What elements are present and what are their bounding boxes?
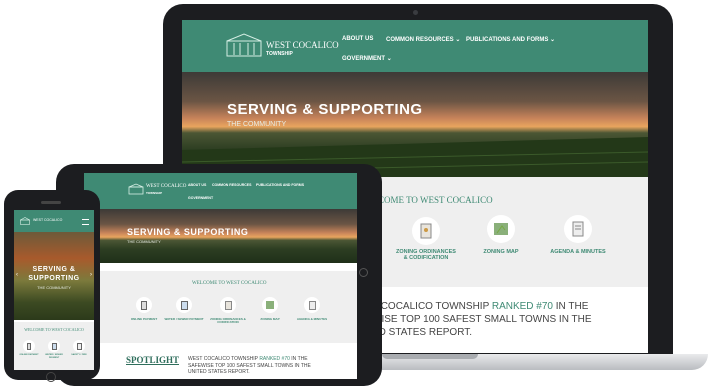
water-icon[interactable] <box>176 297 192 313</box>
building-logo-icon[interactable] <box>20 217 30 225</box>
map-icon[interactable] <box>262 297 278 313</box>
phone-welcome: WELCOME TO WEST COCALICO ONLINE PAYMENT … <box>14 322 94 370</box>
document-icon <box>412 217 440 245</box>
spotlight-text: WEST COCALICO TOWNSHIP RANKED #70 IN THE… <box>188 356 328 376</box>
spotlight-line-2: WISE TOP 100 SAFEST SMALL TOWNS IN THE <box>372 314 592 325</box>
phone-hero-line2: SUPPORTING <box>28 275 80 282</box>
hero-title: SERVING & SUPPORTING <box>227 101 423 118</box>
laptop-notch <box>382 354 478 359</box>
spotlight-text-a: WEST COCALICO TOWNSHIP <box>188 356 260 362</box>
spotlight-line-1: T COCALICO TOWNSHIP RANKED #70 IN THE <box>372 301 588 312</box>
water-sewer-label[interactable]: WATER / SEWER PAYMENT <box>41 354 67 359</box>
nav-government[interactable]: GOVERNMENT <box>188 196 213 200</box>
agenda-icon <box>564 215 592 243</box>
site-header: WEST COCALICO TOWNSHIP ABOUT US COMMON R… <box>182 20 648 72</box>
spotlight-rank[interactable]: RANKED #70 <box>492 301 553 312</box>
phone-payment-icon[interactable] <box>23 340 35 352</box>
welcome-title: COME TO WEST COCALICO <box>378 195 493 205</box>
nav-publications[interactable]: PUBLICATIONS AND FORMS <box>256 183 304 187</box>
spotlight-line-3: ED STATES REPORT. <box>372 327 473 338</box>
tablet-home-button[interactable] <box>359 268 368 277</box>
map-icon <box>487 215 515 243</box>
nav-government[interactable]: GOVERNMENT ⌄ <box>342 55 392 62</box>
agenda-link[interactable] <box>564 215 592 243</box>
hero-subtitle: THE COMMUNITY <box>227 121 287 128</box>
spotlight-text: T COCALICO TOWNSHIP <box>372 301 492 312</box>
phone-hero: ‹ › SERVING & SUPPORTING THE COMMUNITY <box>14 232 94 320</box>
phone-home-button[interactable] <box>46 372 56 382</box>
zoning-map-label[interactable]: ZONING MAP <box>250 317 290 321</box>
nav-common-resources[interactable]: COMMON RESOURCES ⌄ <box>386 36 460 43</box>
hero-subtitle: THE COMMUNITY <box>127 239 161 244</box>
welcome-title: WELCOME TO WEST COCALICO <box>24 327 84 332</box>
spotlight-heading: SPOTLIGHT <box>126 355 180 365</box>
zoning-map-link[interactable] <box>487 215 515 243</box>
zoning-map-label[interactable]: ZONING MAP <box>476 249 526 255</box>
tablet-screen: WEST COCALICO TOWNSHIP ABOUT US COMMON R… <box>84 173 357 379</box>
online-payment-label[interactable]: ONLINE PAYMENT <box>16 354 42 357</box>
online-payment-label[interactable]: ONLINE PAYMENT <box>124 317 164 321</box>
phone-payment-icon[interactable] <box>136 297 152 313</box>
site-name-sub: TOWNSHIP <box>266 51 293 57</box>
chevron-down-icon: ⌄ <box>550 37 556 43</box>
site-name[interactable]: WEST COCALICO <box>33 218 62 222</box>
site-name-sub: TOWNSHIP <box>146 191 163 195</box>
phone-hero-line1: SERVING & <box>32 266 76 273</box>
hero-title: SERVING & SUPPORTING <box>127 227 249 237</box>
tablet-hero: SERVING & SUPPORTING THE COMMUNITY <box>84 209 357 263</box>
building-logo-icon[interactable] <box>226 33 262 57</box>
agenda-label[interactable]: AGENDA & MINUTES <box>292 317 332 321</box>
camera-icon <box>413 10 418 15</box>
spotlight-rank[interactable]: RANKED #70 <box>259 356 290 362</box>
tablet-welcome: WELCOME TO WEST COCALICO ONLINE PAYMENT … <box>84 271 357 343</box>
zoning-ordinances-link[interactable] <box>412 217 440 245</box>
spotlight-text: IN THE <box>552 301 589 312</box>
nav-about[interactable]: ABOUT US <box>188 183 206 187</box>
tablet-header: WEST COCALICO TOWNSHIP ABOUT US COMMON R… <box>84 173 357 209</box>
zoning-ordinances-label[interactable]: ZONING ORDINANCES & CODIFICATION <box>208 317 248 325</box>
agenda-label[interactable]: AGENDA & MINUTES <box>538 249 618 255</box>
agenda-icon[interactable] <box>304 297 320 313</box>
chevron-down-icon: ⌄ <box>455 37 461 43</box>
nav-publications[interactable]: PUBLICATIONS AND FORMS ⌄ <box>466 36 555 43</box>
nav-common-resources[interactable]: COMMON RESOURCES <box>212 183 251 187</box>
nav-publications-label: PUBLICATIONS AND FORMS <box>466 37 549 43</box>
water-sewer-label[interactable]: WATER / SEWER PAYMENT <box>164 317 204 321</box>
chevron-down-icon: ⌄ <box>386 56 392 62</box>
water-icon[interactable] <box>48 340 60 352</box>
phone-speaker <box>41 201 61 204</box>
hero-banner: SERVING & SUPPORTING THE COMMUNITY <box>182 72 648 177</box>
site-name[interactable]: WEST COCALICO <box>146 184 186 189</box>
nav-common-resources-label: COMMON RESOURCES <box>386 37 454 43</box>
safety-label[interactable]: SAFETY / FIRE <box>66 354 92 357</box>
building-logo-icon[interactable] <box>128 183 144 195</box>
document-icon[interactable] <box>220 297 236 313</box>
nav-government-label: GOVERNMENT <box>342 56 386 62</box>
menu-icon[interactable] <box>82 219 89 225</box>
safety-icon[interactable] <box>73 340 85 352</box>
nav-about[interactable]: ABOUT US <box>342 36 373 42</box>
zoning-ordinances-label[interactable]: ZONING ORDINANCES & CODIFICATION <box>396 249 456 262</box>
phone-hero-line3: THE COMMUNITY <box>37 285 71 290</box>
phone-header: WEST COCALICO <box>14 210 94 232</box>
phone-screen: WEST COCALICO ‹ › SERVING & SUPPORTING T… <box>14 210 94 370</box>
site-name[interactable]: WEST COCALICO <box>266 40 339 50</box>
welcome-title: WELCOME TO WEST COCALICO <box>192 281 267 286</box>
